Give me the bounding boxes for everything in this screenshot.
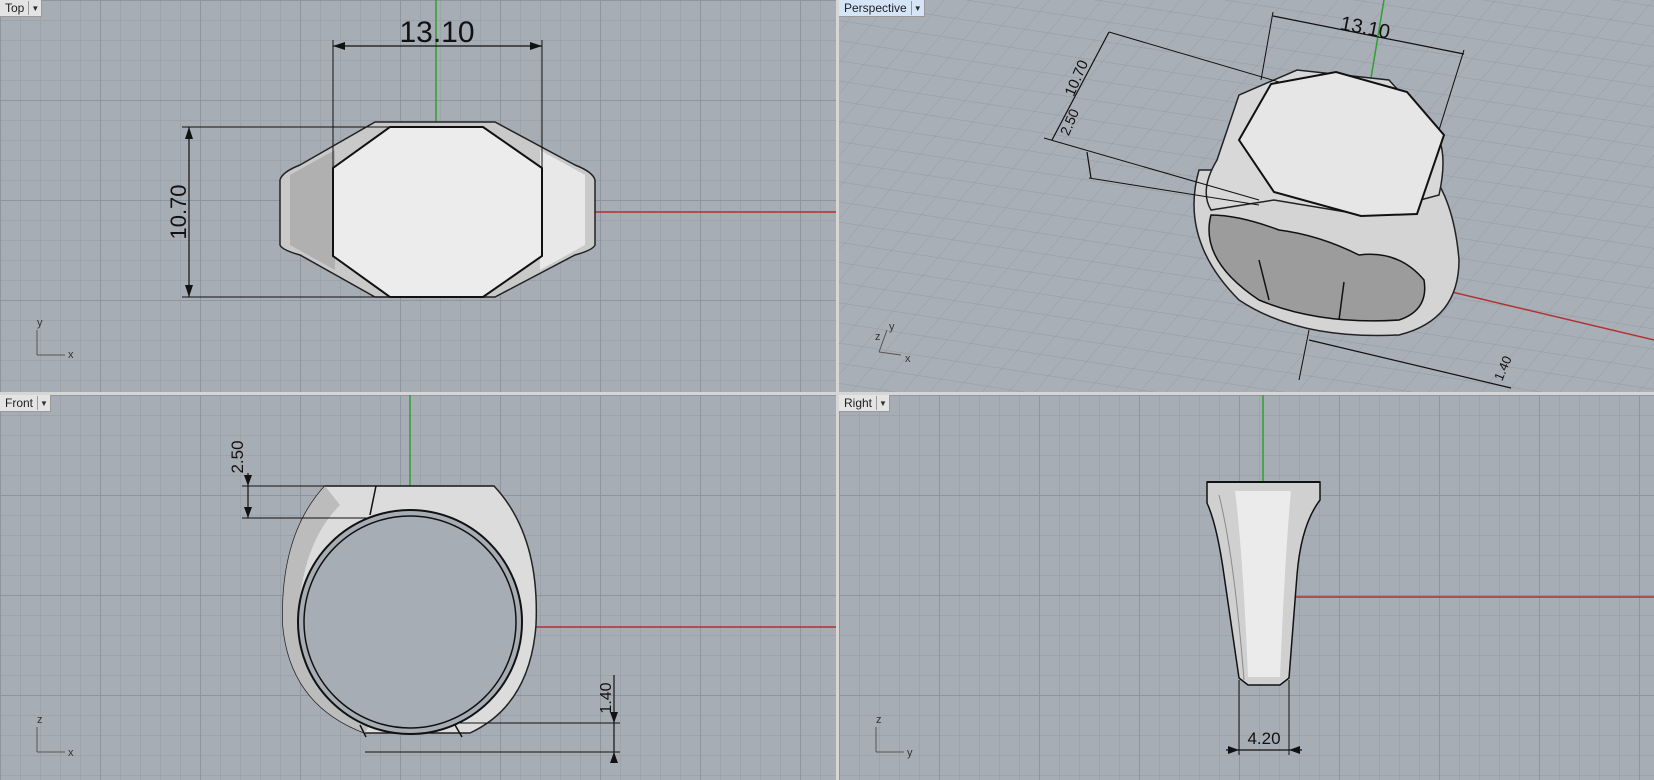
viewport-front[interactable]: Front ▼ 2.50 1.40 z x: [0, 395, 836, 780]
viewport-title: Front: [5, 396, 34, 410]
viewport-top[interactable]: Top ▼ 13.10 10.70 y x: [0, 0, 836, 392]
right-view-canvas: 4.20 z y: [875, 395, 1654, 759]
axis-label-x: x: [905, 353, 911, 365]
dimension-width-label: 4.20: [1247, 729, 1280, 748]
dimension-thickness-label: 2.50: [228, 440, 247, 473]
axis-label-x: x: [68, 747, 74, 759]
viewport-tab-top[interactable]: Top ▼: [0, 0, 43, 17]
chevron-down-icon[interactable]: ▼: [37, 396, 50, 410]
viewport-title: Top: [5, 1, 25, 15]
perspective-view-canvas: 13.10 10.70 2.50 1.40 y x z: [839, 0, 1654, 392]
dimension-height-label: 10.70: [166, 184, 191, 239]
axis-label-z: z: [37, 714, 43, 726]
signet-face-top: [332, 126, 543, 298]
top-view-canvas: 13.10 10.70 y x: [36, 0, 836, 361]
viewport-tab-right[interactable]: Right ▼: [839, 395, 891, 412]
viewport-tab-front[interactable]: Front ▼: [0, 395, 52, 412]
axis-label-z: z: [876, 714, 882, 726]
chevron-down-icon[interactable]: ▼: [910, 1, 924, 15]
chevron-down-icon[interactable]: ▼: [876, 396, 889, 410]
ring-inner-opening: [297, 509, 523, 735]
front-view-canvas: 2.50 1.40 z x: [36, 395, 836, 763]
viewport-right[interactable]: Right ▼ 4.20 z y: [839, 395, 1654, 780]
axis-label-y: y: [907, 747, 913, 759]
axis-label-y: y: [37, 317, 43, 329]
viewport-perspective[interactable]: Perspective ▼ 13.10 10.70 2.50 1.40 y x …: [839, 0, 1654, 392]
viewport-title: Perspective: [844, 1, 907, 15]
axis-label-z: z: [875, 331, 881, 343]
viewport-tab-perspective[interactable]: Perspective ▼: [839, 0, 925, 17]
dimension-shank-label: 1.40: [598, 682, 615, 713]
viewport-title: Right: [844, 396, 873, 410]
axis-label-x: x: [68, 349, 74, 361]
axis-label-y: y: [889, 321, 895, 333]
dimension-width-label: 13.10: [399, 16, 474, 49]
chevron-down-icon[interactable]: ▼: [28, 1, 41, 15]
